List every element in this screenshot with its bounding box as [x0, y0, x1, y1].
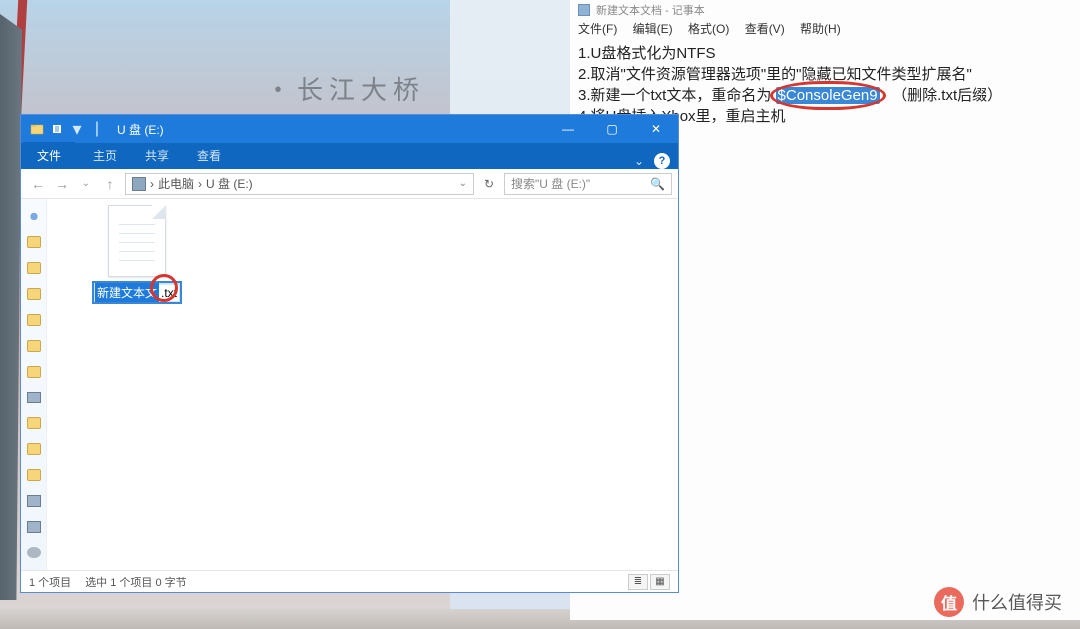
- file-explorer-window: ▾ | U 盘 (E:) — ▢ ✕ 文件 主页 共享 查看 ⌄ ? ← → ⌄…: [21, 115, 678, 592]
- search-icon[interactable]: 🔍: [650, 177, 665, 191]
- wallpaper-text: ・长江大桥: [265, 70, 425, 107]
- window-title: U 盘 (E:): [117, 121, 164, 138]
- notepad-titlebar: 新建文本文档 - 记事本: [570, 0, 1080, 18]
- sidebar-folder-icon[interactable]: [27, 366, 41, 378]
- address-dropdown-icon[interactable]: ⌄: [459, 178, 467, 189]
- notepad-title: 新建文本文档 - 记事本: [596, 2, 705, 18]
- highlighted-text: $ConsoleGen9: [776, 85, 880, 106]
- status-bar: 1 个项目 选中 1 个项目 0 字节 ≣ ▦: [21, 570, 678, 592]
- ribbon-share-tab[interactable]: 共享: [131, 142, 183, 169]
- menu-help[interactable]: 帮助(H): [800, 22, 841, 36]
- help-button[interactable]: ?: [654, 153, 670, 169]
- watermark-text: 什么值得买: [972, 589, 1062, 615]
- ribbon-bar: 文件 主页 共享 查看 ⌄ ?: [21, 143, 678, 169]
- filename-selected-part: 新建文本文: [95, 283, 159, 302]
- properties-icon[interactable]: [50, 122, 64, 136]
- titlebar-divider: |: [90, 122, 104, 136]
- drive-icon: [132, 177, 146, 191]
- sidebar-folder-icon[interactable]: [27, 262, 41, 274]
- status-selection: 选中 1 个项目 0 字节: [85, 574, 186, 590]
- maximize-button[interactable]: ▢: [590, 115, 634, 143]
- address-bar-row: ← → ⌄ ↑ › 此电脑 › U 盘 (E:) ⌄ ↻ 搜索"U 盘 (E:)…: [21, 169, 678, 199]
- ribbon-file-tab[interactable]: 文件: [23, 142, 75, 169]
- recent-locations-icon[interactable]: ⌄: [75, 178, 97, 189]
- ribbon-home-tab[interactable]: 主页: [79, 142, 131, 169]
- close-button[interactable]: ✕: [634, 115, 678, 143]
- sidebar-folder-icon[interactable]: [27, 314, 41, 326]
- breadcrumb-sep: ›: [198, 177, 202, 191]
- up-button[interactable]: ↑: [99, 176, 121, 192]
- menu-file[interactable]: 文件(F): [578, 22, 617, 36]
- quick-access-icon[interactable]: [27, 211, 41, 222]
- file-list-area[interactable]: 新建文本文.txt: [47, 199, 678, 570]
- menu-edit[interactable]: 编辑(E): [633, 22, 673, 36]
- notepad-icon: [578, 4, 590, 16]
- sidebar-drive-icon[interactable]: [27, 495, 41, 507]
- sidebar-folder-icon[interactable]: [27, 236, 41, 248]
- refresh-button[interactable]: ↻: [478, 177, 500, 191]
- search-input[interactable]: 搜索"U 盘 (E:)" 🔍: [504, 173, 672, 195]
- forward-button[interactable]: →: [51, 176, 73, 192]
- status-item-count: 1 个项目: [29, 574, 71, 590]
- sidebar-folder-icon[interactable]: [27, 469, 41, 481]
- menu-view[interactable]: 查看(V): [745, 22, 785, 36]
- breadcrumb-sep: ›: [150, 177, 154, 191]
- folder-icon: [30, 122, 44, 136]
- chevron-down-icon[interactable]: ⌄: [634, 154, 644, 168]
- menu-format[interactable]: 格式(O): [688, 22, 729, 36]
- breadcrumb-root[interactable]: 此电脑: [158, 175, 194, 192]
- navigation-pane[interactable]: [21, 199, 47, 570]
- file-rename-input[interactable]: 新建文本文.txt: [92, 281, 182, 304]
- back-button[interactable]: ←: [27, 176, 49, 192]
- sidebar-folder-icon[interactable]: [27, 288, 41, 300]
- text-line: 2.取消"文件资源管理器选项"里的"隐藏已知文件类型扩展名": [578, 64, 1072, 85]
- sidebar-folder-icon[interactable]: [27, 443, 41, 455]
- notepad-menu: 文件(F) 编辑(E) 格式(O) 查看(V) 帮助(H): [570, 18, 1080, 41]
- sidebar-pc-icon[interactable]: [27, 392, 41, 404]
- sidebar-network-icon[interactable]: [27, 547, 41, 558]
- file-item[interactable]: 新建文本文.txt: [87, 205, 187, 304]
- watermark: 值 什么值得买: [934, 587, 1062, 617]
- text-file-icon: [108, 205, 166, 277]
- sidebar-folder-icon[interactable]: [27, 340, 41, 352]
- sidebar-drive-icon[interactable]: [27, 521, 41, 533]
- ribbon-view-tab[interactable]: 查看: [183, 142, 235, 169]
- minimize-button[interactable]: —: [546, 115, 590, 143]
- search-placeholder: 搜索"U 盘 (E:)": [511, 175, 590, 192]
- sidebar-folder-icon[interactable]: [27, 417, 41, 429]
- text-line: 1.U盘格式化为NTFS: [578, 43, 1072, 64]
- text-line: 3.新建一个txt文本，重命名为 $ConsoleGen9 （删除.txt后缀）: [578, 85, 1072, 106]
- breadcrumb[interactable]: › 此电脑 › U 盘 (E:) ⌄: [125, 173, 474, 195]
- filename-extension: .txt: [159, 285, 179, 301]
- explorer-titlebar[interactable]: ▾ | U 盘 (E:) — ▢ ✕: [21, 115, 678, 143]
- view-details-button[interactable]: ≣: [628, 574, 648, 590]
- dropdown-separator: ▾: [70, 122, 84, 136]
- view-icons-button[interactable]: ▦: [650, 574, 670, 590]
- breadcrumb-current[interactable]: U 盘 (E:): [206, 175, 253, 192]
- watermark-logo: 值: [934, 587, 964, 617]
